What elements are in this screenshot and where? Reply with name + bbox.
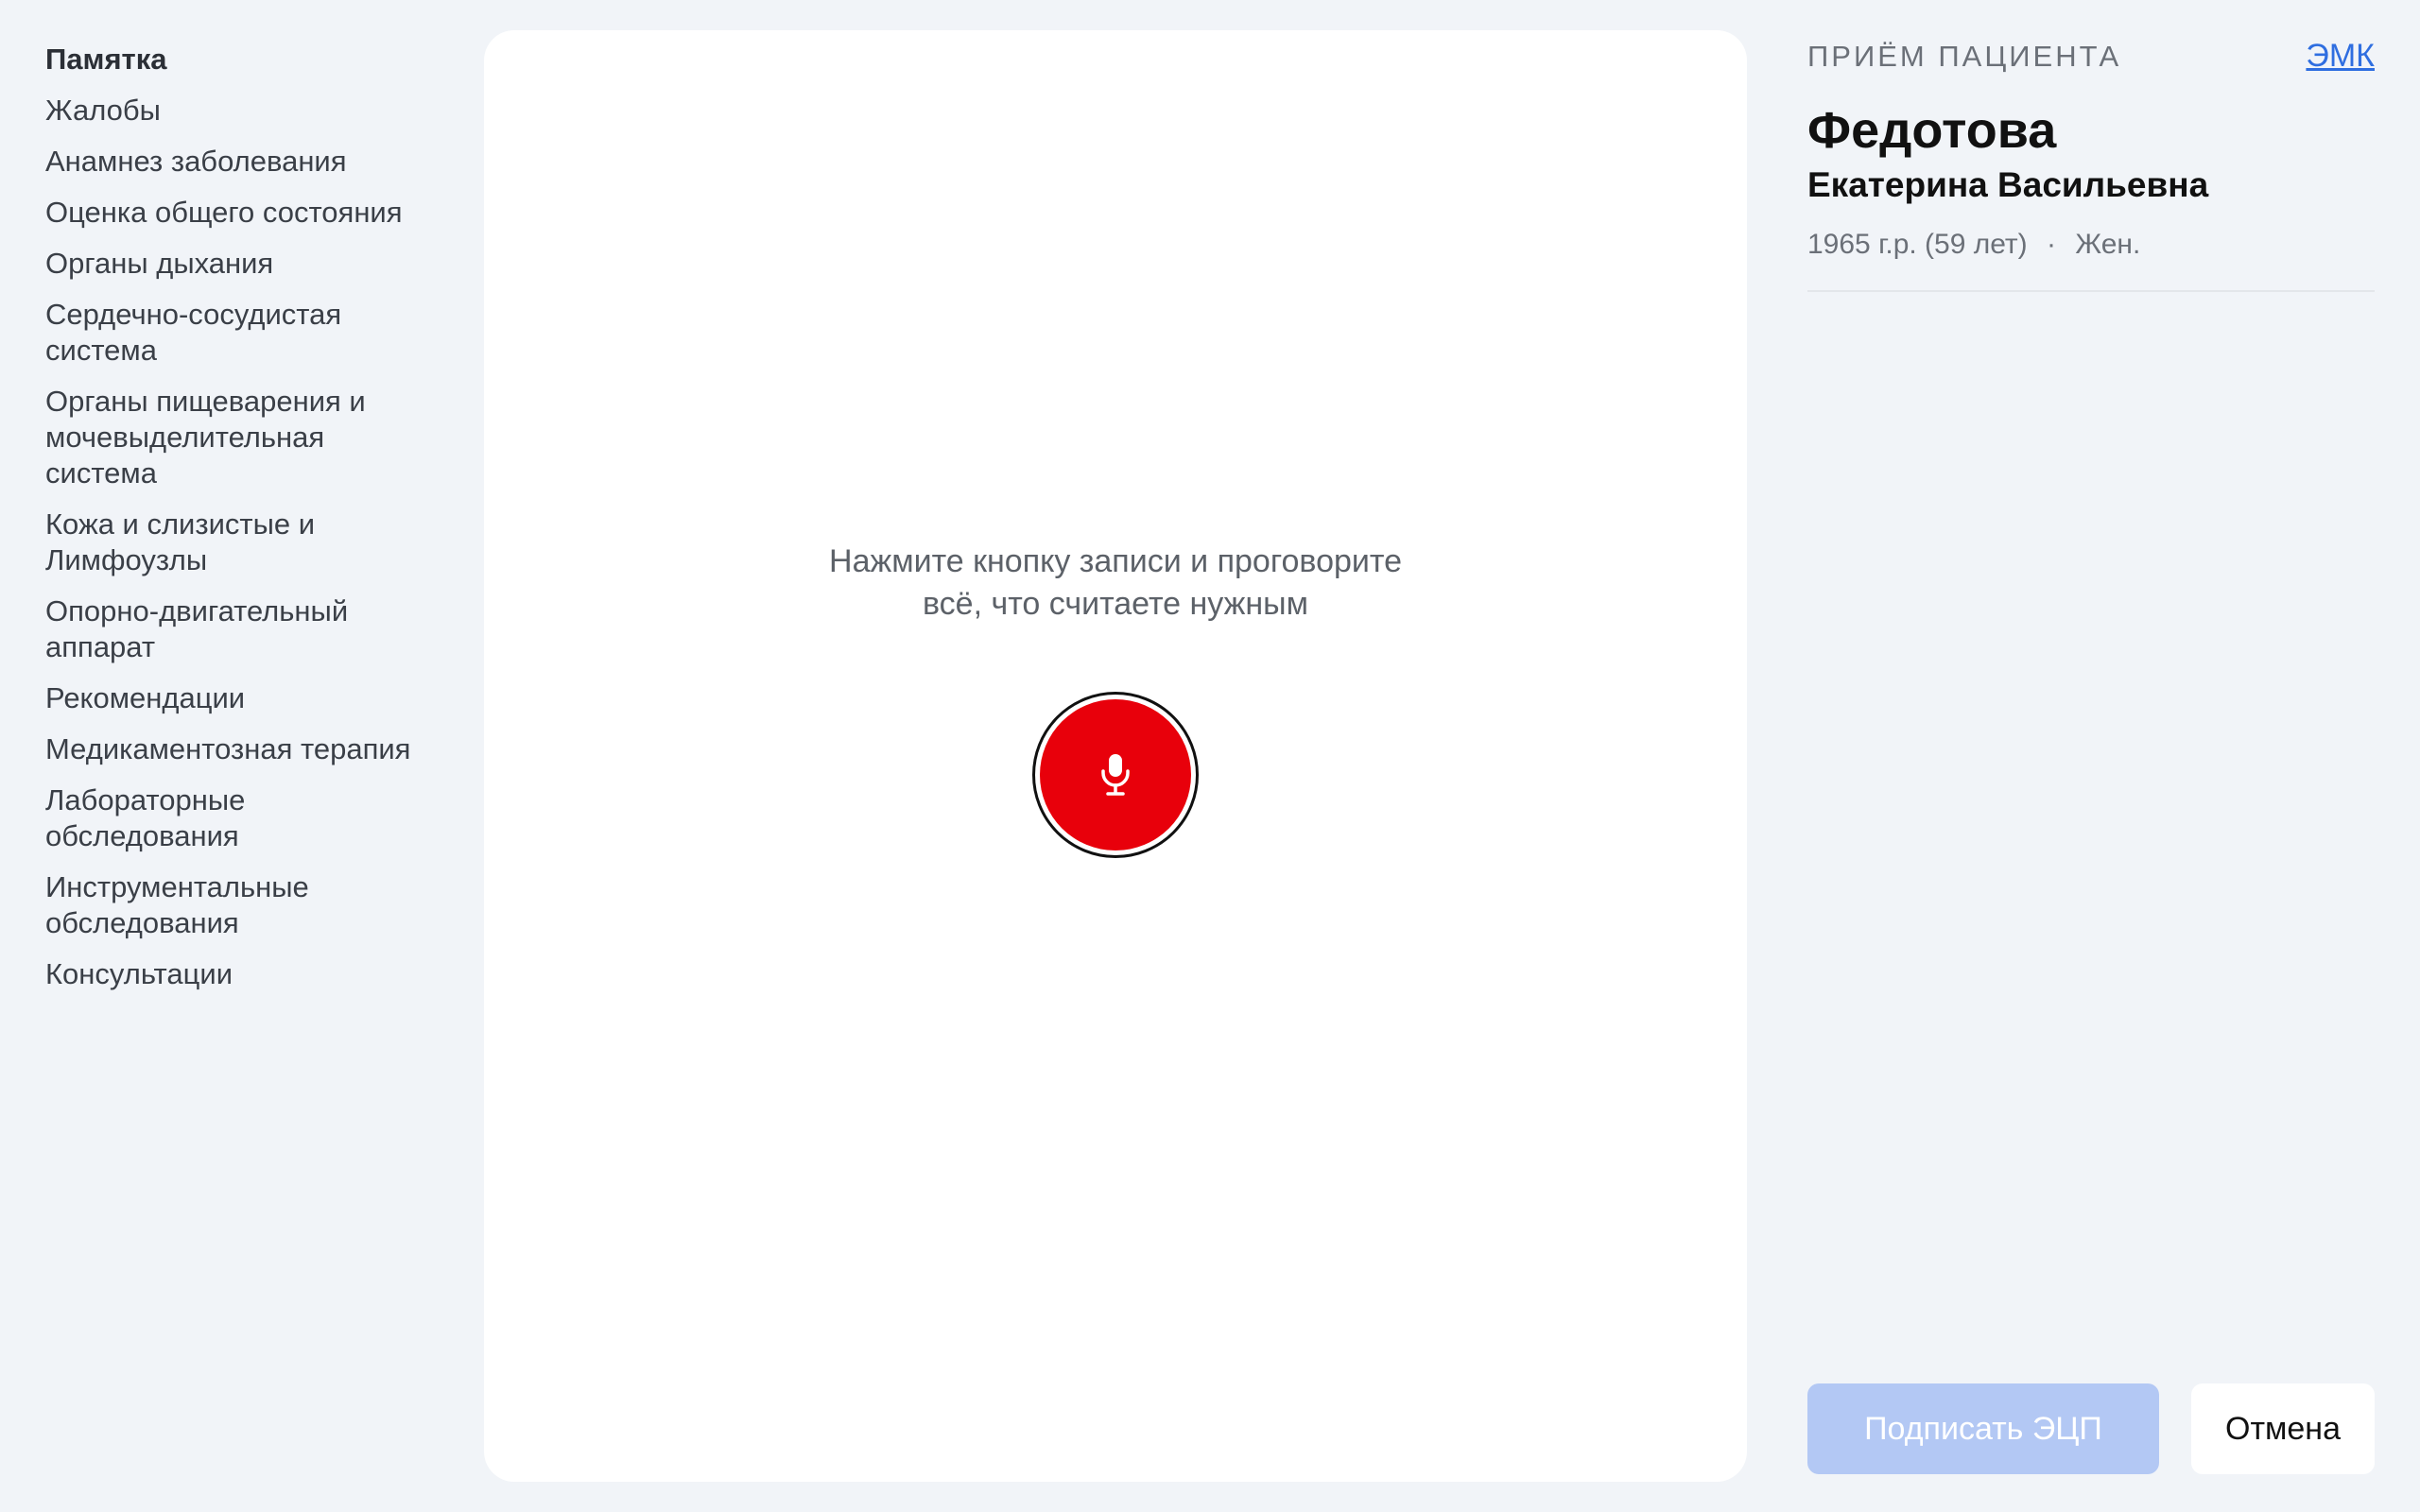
record-button-fill [1040, 699, 1191, 850]
sign-ecp-button[interactable]: Подписать ЭЦП [1807, 1383, 2159, 1474]
sidebar-item-musculoskeletal[interactable]: Опорно-двигательный аппарат [45, 593, 386, 665]
sidebar-item-digestive[interactable]: Органы пищеварения и мочевыделительная с… [45, 384, 405, 491]
emk-link[interactable]: ЭМК [2306, 38, 2375, 75]
sidebar-item-consultations[interactable]: Консультации [45, 956, 442, 992]
recording-prompt: Нажмите кнопку записи и проговорите всё,… [484, 541, 1747, 626]
sidebar-item-recommendations[interactable]: Рекомендации [45, 680, 442, 716]
sidebar-item-general-state[interactable]: Оценка общего состояния [45, 195, 442, 231]
patient-sex: Жен. [2075, 229, 2141, 260]
prompt-line-2: всё, что считаете нужным [923, 586, 1308, 622]
meta-separator: · [2047, 229, 2057, 260]
sidebar-item-drug-therapy[interactable]: Медикаментозная терапия [45, 731, 442, 767]
divider [1807, 290, 2375, 292]
record-button[interactable] [1032, 692, 1199, 858]
sidebar-item-memo[interactable]: Памятка [45, 42, 442, 77]
patient-panel: ПРИЁМ ПАЦИЕНТА ЭМК Федотова Екатерина Ва… [1807, 38, 2375, 292]
sidebar: Памятка Жалобы Анамнез заболевания Оценк… [45, 42, 442, 1007]
sidebar-item-complaints[interactable]: Жалобы [45, 93, 442, 129]
recording-panel: Нажмите кнопку записи и проговорите всё,… [484, 30, 1747, 1482]
prompt-line-1: Нажмите кнопку записи и проговорите [829, 543, 1402, 579]
sidebar-item-lab-tests[interactable]: Лабораторные обследования [45, 782, 329, 854]
sidebar-item-cardiovascular[interactable]: Сердечно-сосудистая система [45, 297, 367, 369]
sidebar-item-anamnesis[interactable]: Анамнез заболевания [45, 144, 442, 180]
sidebar-item-skin-lymph[interactable]: Кожа и слизистые и Лимфоузлы [45, 507, 348, 578]
sidebar-item-instrumental-tests[interactable]: Инструментальные обследования [45, 869, 348, 941]
patient-last-name: Федотова [1807, 102, 2057, 159]
patient-meta: 1965 г.р. (59 лет) · Жен. [1807, 226, 2375, 264]
patient-header: ПРИЁМ ПАЦИЕНТА ЭМК [1807, 38, 2375, 75]
patient-first-name: Екатерина Васильевна [1807, 165, 2209, 204]
section-label: ПРИЁМ ПАЦИЕНТА [1807, 39, 2122, 73]
sidebar-item-respiratory[interactable]: Органы дыхания [45, 246, 442, 282]
patient-birth: 1965 г.р. (59 лет) [1807, 229, 2028, 260]
microphone-icon [1101, 754, 1130, 796]
cancel-button[interactable]: Отмена [2191, 1383, 2375, 1474]
